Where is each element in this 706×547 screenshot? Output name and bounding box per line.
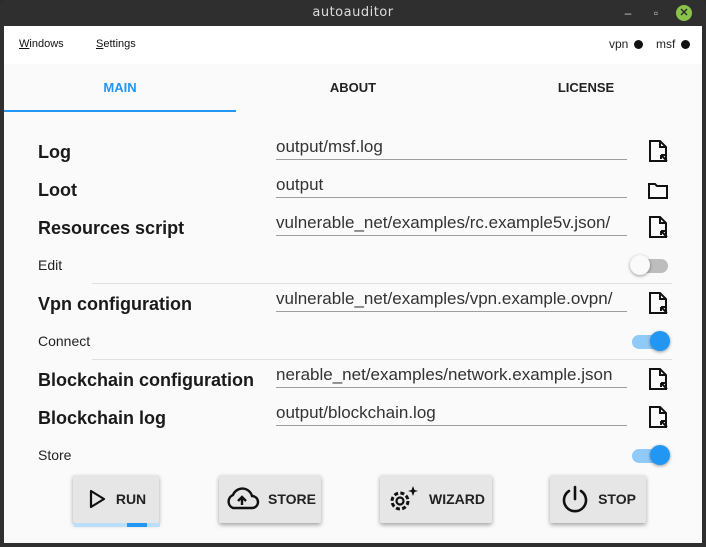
- wizard-button[interactable]: WIZARD: [380, 475, 492, 523]
- run-progress-indicator: [127, 523, 147, 527]
- log-field[interactable]: [276, 134, 627, 160]
- blockchain-log-field[interactable]: [276, 400, 627, 426]
- file-open-icon[interactable]: [647, 292, 669, 316]
- magic-gear-icon: [390, 486, 418, 511]
- run-button-label: RUN: [115, 491, 147, 507]
- vpn-config-label: Vpn configuration: [38, 294, 192, 314]
- tab-main[interactable]: MAIN: [4, 64, 236, 112]
- vpn-config-input[interactable]: [276, 286, 627, 311]
- vpn-status: vpn: [609, 37, 644, 51]
- main-content: Windows Settings vpn msf MAIN ABOUT LICE…: [4, 26, 702, 543]
- close-icon[interactable]: ✕: [676, 5, 692, 21]
- tab-indicator: [4, 110, 236, 112]
- store-toggle-knob: [650, 445, 670, 465]
- menu-windows[interactable]: Windows: [19, 38, 64, 50]
- store-label: Store: [38, 447, 72, 463]
- menu-windows-mnemonic: W: [19, 38, 30, 50]
- stop-button[interactable]: STOP: [550, 475, 646, 523]
- log-input[interactable]: [276, 134, 627, 159]
- resources-input[interactable]: [276, 210, 627, 235]
- tab-bar: MAIN ABOUT LICENSE: [4, 64, 702, 112]
- tab-about[interactable]: ABOUT: [237, 64, 469, 112]
- msf-status-dot-icon: [681, 40, 691, 49]
- loot-field[interactable]: [276, 172, 627, 198]
- file-open-icon[interactable]: [647, 406, 669, 430]
- resources-field[interactable]: [276, 210, 627, 236]
- menu-bar: Windows Settings vpn msf: [4, 26, 702, 64]
- cloud-upload-icon: [227, 487, 260, 510]
- file-open-icon[interactable]: [647, 216, 669, 240]
- file-open-icon[interactable]: [647, 368, 669, 392]
- connect-toggle-knob: [650, 331, 670, 351]
- log-label: Log: [38, 142, 71, 162]
- maximize-icon[interactable]: ▫: [648, 5, 664, 21]
- wizard-button-label: WIZARD: [429, 491, 485, 507]
- resources-label: Resources script: [38, 218, 185, 238]
- minimize-icon[interactable]: –: [620, 5, 636, 21]
- play-icon: [89, 489, 105, 509]
- run-button[interactable]: RUN: [73, 475, 159, 523]
- folder-icon[interactable]: [647, 179, 669, 203]
- app-window: autoauditor – ▫ ✕ Windows Settings vpn m…: [0, 0, 706, 547]
- window-title: autoauditor: [312, 5, 394, 20]
- vpn-status-dot-icon: [634, 40, 644, 49]
- store-button[interactable]: STORE: [219, 475, 321, 523]
- divider: [92, 283, 672, 284]
- power-icon: [562, 485, 588, 513]
- menu-settings-label: ettings: [103, 38, 136, 50]
- title-bar: autoauditor – ▫ ✕: [0, 0, 706, 26]
- edit-label: Edit: [38, 257, 63, 273]
- connect-toggle[interactable]: [630, 331, 670, 351]
- msf-status-label: msf: [656, 37, 676, 51]
- tab-license[interactable]: LICENSE: [470, 64, 702, 112]
- blockchain-log-label: Blockchain log: [38, 408, 167, 428]
- connect-label: Connect: [38, 333, 91, 349]
- divider: [92, 359, 672, 360]
- blockchain-log-input[interactable]: [276, 400, 627, 425]
- blockchain-config-field[interactable]: [276, 362, 627, 388]
- file-open-icon[interactable]: [647, 140, 669, 164]
- stop-button-label: STOP: [598, 491, 636, 507]
- edit-toggle-knob: [630, 255, 650, 275]
- run-progress-bar: [74, 523, 160, 527]
- menu-windows-label: indows: [29, 38, 64, 50]
- menu-settings[interactable]: Settings: [96, 38, 136, 50]
- vpn-status-label: vpn: [609, 37, 629, 51]
- loot-label: Loot: [38, 180, 77, 200]
- loot-input[interactable]: [276, 172, 627, 197]
- store-button-label: STORE: [268, 491, 316, 507]
- blockchain-config-input[interactable]: [276, 362, 627, 387]
- msf-status: msf: [656, 37, 691, 51]
- store-toggle[interactable]: [630, 445, 670, 465]
- edit-toggle[interactable]: [630, 255, 670, 275]
- vpn-config-field[interactable]: [276, 286, 627, 312]
- blockchain-config-label: Blockchain configuration: [38, 370, 255, 390]
